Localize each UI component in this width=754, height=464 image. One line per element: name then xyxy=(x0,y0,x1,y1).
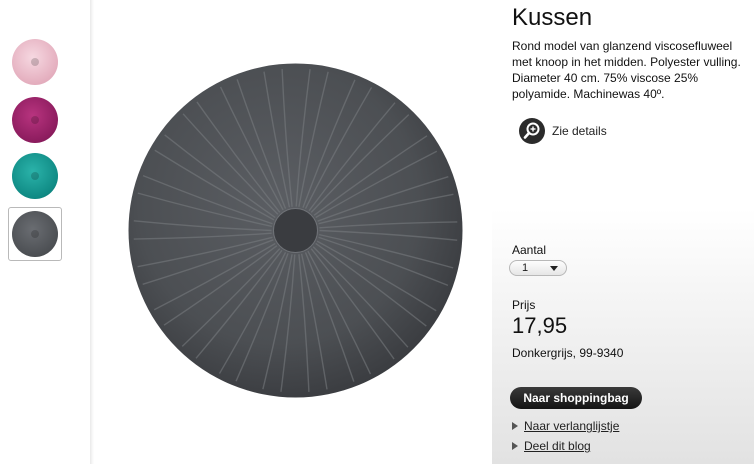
thumbnail-pink[interactable] xyxy=(8,35,62,89)
blog-link[interactable]: Deel dit blog xyxy=(512,439,591,453)
thumbnail-list xyxy=(0,0,90,464)
thumbnail-grey-selected[interactable] xyxy=(8,207,62,261)
cushion-pink-image xyxy=(12,39,58,85)
thumbnail-teal[interactable] xyxy=(8,149,62,203)
quantity-select[interactable]: 1 xyxy=(509,260,567,276)
price-label: Prijs xyxy=(512,298,536,312)
cushion-center-button xyxy=(273,208,318,253)
triangle-right-icon xyxy=(512,422,518,430)
product-info-panel: Kussen Rond model van glanzend viscosefl… xyxy=(492,0,754,464)
chevron-down-icon xyxy=(550,266,558,271)
price-value: 17,95 xyxy=(512,313,568,338)
cushion-teal-image xyxy=(12,153,58,199)
product-title: Kussen xyxy=(512,4,593,31)
blog-link-label: Deel dit blog xyxy=(524,439,591,453)
main-product-image xyxy=(128,63,463,398)
column-divider xyxy=(90,0,94,464)
quantity-value: 1 xyxy=(522,262,529,274)
cushion-purple-image xyxy=(12,97,58,143)
add-to-bag-button[interactable]: Naar shoppingbag xyxy=(510,387,642,409)
wishlist-link[interactable]: Naar verlanglijstje xyxy=(512,419,619,433)
details-label: Zie details xyxy=(552,124,607,138)
color-article-number: Donkergrijs, 99-9340 xyxy=(512,346,624,360)
thumbnail-purple[interactable] xyxy=(8,93,62,147)
quantity-label: Aantal xyxy=(512,243,547,257)
product-description: Rond model van glanzend viscosefluweel m… xyxy=(512,39,741,101)
triangle-right-icon xyxy=(512,442,518,450)
wishlist-link-label: Naar verlanglijstje xyxy=(524,419,620,433)
cushion-grey-image xyxy=(12,211,58,257)
magnifier-plus-icon xyxy=(519,118,545,144)
details-link[interactable]: Zie details xyxy=(519,118,607,144)
